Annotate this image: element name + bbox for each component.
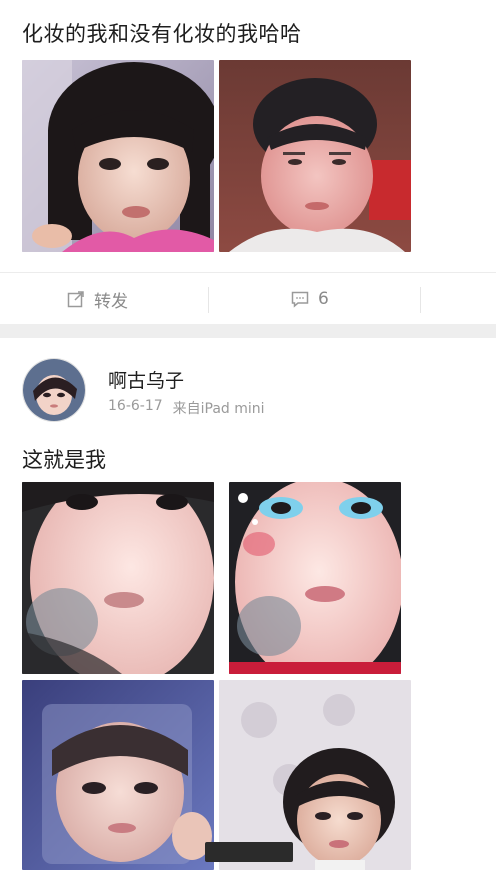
post-photo-selfie-1[interactable] bbox=[22, 482, 214, 674]
post-source: 来自iPad mini bbox=[172, 401, 265, 417]
author-name[interactable]: 啊古乌子 bbox=[108, 366, 184, 393]
post-photo-selfie-3[interactable] bbox=[22, 680, 214, 870]
post-meta: 16-6-17 来自iPad mini bbox=[108, 398, 265, 418]
post-separator bbox=[0, 324, 496, 338]
repost-button[interactable]: 转发 bbox=[66, 287, 128, 312]
post-photo-makeup[interactable] bbox=[22, 60, 214, 252]
repost-label: 转发 bbox=[94, 291, 128, 312]
avatar[interactable] bbox=[22, 358, 86, 422]
comment-button[interactable]: 6 bbox=[290, 287, 329, 311]
comment-count: 6 bbox=[318, 289, 329, 309]
comment-icon bbox=[291, 291, 309, 308]
post-text: 化妆的我和没有化妆的我哈哈 bbox=[22, 22, 302, 46]
action-divider bbox=[420, 287, 421, 313]
scroll-indicator[interactable] bbox=[205, 842, 293, 862]
weibo-feed: 化妆的我和没有化妆的我哈哈 转发 6 啊古乌子 16-6-17 来自iPad m… bbox=[0, 0, 496, 870]
repost-icon bbox=[67, 291, 84, 308]
post-photo-selfie-2[interactable] bbox=[229, 482, 401, 674]
post-text: 这就是我 bbox=[22, 448, 106, 472]
post-photo-no-makeup[interactable] bbox=[219, 60, 411, 252]
post-date: 16-6-17 bbox=[108, 398, 163, 414]
post-action-bar: 转发 6 bbox=[0, 272, 496, 323]
action-divider bbox=[208, 287, 209, 313]
